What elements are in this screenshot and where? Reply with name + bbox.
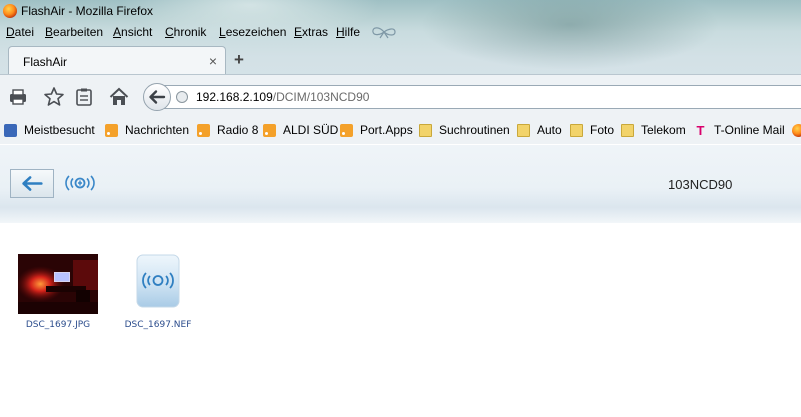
menu-extras[interactable]: Extras bbox=[294, 25, 328, 39]
browser-chrome: FlashAir - Mozilla Firefox Datei Bearbei… bbox=[0, 0, 801, 144]
back-arrow-icon bbox=[149, 90, 166, 104]
window-title: FlashAir - Mozilla Firefox bbox=[21, 4, 154, 18]
file-list: DSC_1697.JPG DSC_1697.NEF bbox=[0, 224, 801, 417]
file-name[interactable]: DSC_1697.NEF bbox=[103, 320, 213, 330]
tab-title: FlashAir bbox=[23, 55, 68, 69]
back-arrow-icon bbox=[22, 176, 43, 191]
rss-icon bbox=[197, 124, 210, 137]
bookmark-label: T-Online Mail bbox=[714, 123, 785, 137]
file-name[interactable]: DSC_1697.JPG bbox=[3, 320, 113, 330]
folder-icon bbox=[621, 124, 634, 137]
url-bar[interactable]: 192.168.2.109/DCIM/103NCD90 bbox=[163, 85, 801, 109]
folder-title: 103NCD90 bbox=[668, 177, 733, 192]
bookmarks-menu-icon[interactable] bbox=[73, 86, 95, 108]
rss-icon bbox=[263, 124, 276, 137]
bookmark-label: ALDI SÜD bbox=[283, 123, 339, 137]
bookmarks-toolbar: Meistbesucht Nachrichten Radio 8 ALDI SÜ… bbox=[0, 118, 801, 144]
bookmark-label: Auto bbox=[537, 123, 562, 137]
photo-thumbnail-image bbox=[18, 254, 98, 314]
url-text[interactable]: 192.168.2.109/DCIM/103NCD90 bbox=[196, 90, 369, 104]
bookmark-label: Radio 8 bbox=[217, 123, 259, 137]
bookmark-star-icon[interactable] bbox=[43, 86, 65, 108]
menu-lesezeichen[interactable]: Lesezeichen bbox=[219, 25, 286, 39]
home-icon[interactable] bbox=[108, 86, 130, 108]
bookmark-label: Meistbesucht bbox=[24, 123, 95, 137]
magnifier-icon bbox=[4, 124, 17, 137]
bookmark-label: Telekom bbox=[641, 123, 686, 137]
print-icon[interactable] bbox=[7, 86, 29, 108]
folder-icon bbox=[517, 124, 530, 137]
parent-folder-button[interactable] bbox=[10, 169, 54, 198]
navigation-toolbar: 192.168.2.109/DCIM/103NCD90 bbox=[0, 74, 801, 119]
firefox-icon bbox=[792, 124, 801, 137]
url-host: 192.168.2.109 bbox=[196, 90, 273, 104]
new-tab-button[interactable]: + bbox=[234, 50, 244, 70]
url-path: /DCIM/103NCD90 bbox=[272, 90, 370, 104]
bookmark-label: Port.Apps bbox=[360, 123, 413, 137]
raw-file-icon[interactable] bbox=[136, 254, 180, 308]
rss-icon bbox=[105, 124, 118, 137]
flashair-logo-icon bbox=[65, 175, 95, 191]
photo-thumbnail[interactable] bbox=[18, 254, 98, 314]
flashair-header: 103NCD90 bbox=[0, 145, 801, 223]
back-button[interactable] bbox=[143, 83, 171, 111]
globe-icon bbox=[176, 91, 188, 103]
menu-bar: Datei Bearbeiten Ansicht Chronik Lesezei… bbox=[0, 22, 801, 42]
bookmark-label: Nachrichten bbox=[125, 123, 190, 137]
bookmark-label: Foto bbox=[590, 123, 615, 137]
ribbon-icon bbox=[372, 27, 396, 39]
menu-hilfe[interactable]: Hilfe bbox=[336, 25, 360, 39]
telekom-icon: T bbox=[696, 123, 705, 138]
bookmark-overflow[interactable] bbox=[792, 123, 801, 139]
menu-bearbeiten[interactable]: Bearbeiten bbox=[45, 25, 103, 39]
folder-icon bbox=[570, 124, 583, 137]
tab-close-icon[interactable]: × bbox=[209, 53, 217, 69]
tab-strip: FlashAir × + bbox=[0, 44, 801, 75]
tab-flashair[interactable]: FlashAir × bbox=[8, 46, 226, 75]
menu-ansicht[interactable]: Ansicht bbox=[113, 25, 152, 39]
title-bar: FlashAir - Mozilla Firefox bbox=[0, 0, 801, 22]
folder-icon bbox=[419, 124, 432, 137]
firefox-icon[interactable] bbox=[3, 4, 17, 18]
menu-datei[interactable]: Datei bbox=[6, 25, 34, 39]
bookmark-label: Suchroutinen bbox=[439, 123, 510, 137]
rss-icon bbox=[340, 124, 353, 137]
menu-chronik[interactable]: Chronik bbox=[165, 25, 206, 39]
